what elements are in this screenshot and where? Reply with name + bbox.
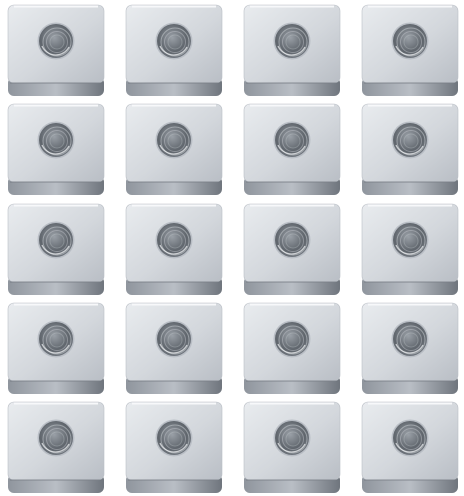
square-nut (7, 302, 105, 394)
square-nut (7, 103, 105, 195)
nut-grid (0, 0, 464, 496)
square-nut (243, 103, 341, 195)
square-nut (361, 103, 459, 195)
square-nut (361, 302, 459, 394)
square-nut (361, 4, 459, 96)
square-nut (361, 401, 459, 493)
square-nut (243, 302, 341, 394)
square-nut (7, 203, 105, 295)
square-nut (125, 401, 223, 493)
square-nut (125, 103, 223, 195)
square-nut (243, 401, 341, 493)
square-nut (243, 203, 341, 295)
square-nut (361, 203, 459, 295)
square-nut (125, 302, 223, 394)
square-nut (125, 203, 223, 295)
square-nut (7, 401, 105, 493)
square-nut (243, 4, 341, 96)
square-nuts-photo (0, 0, 464, 496)
square-nut (125, 4, 223, 96)
square-nut (7, 4, 105, 96)
